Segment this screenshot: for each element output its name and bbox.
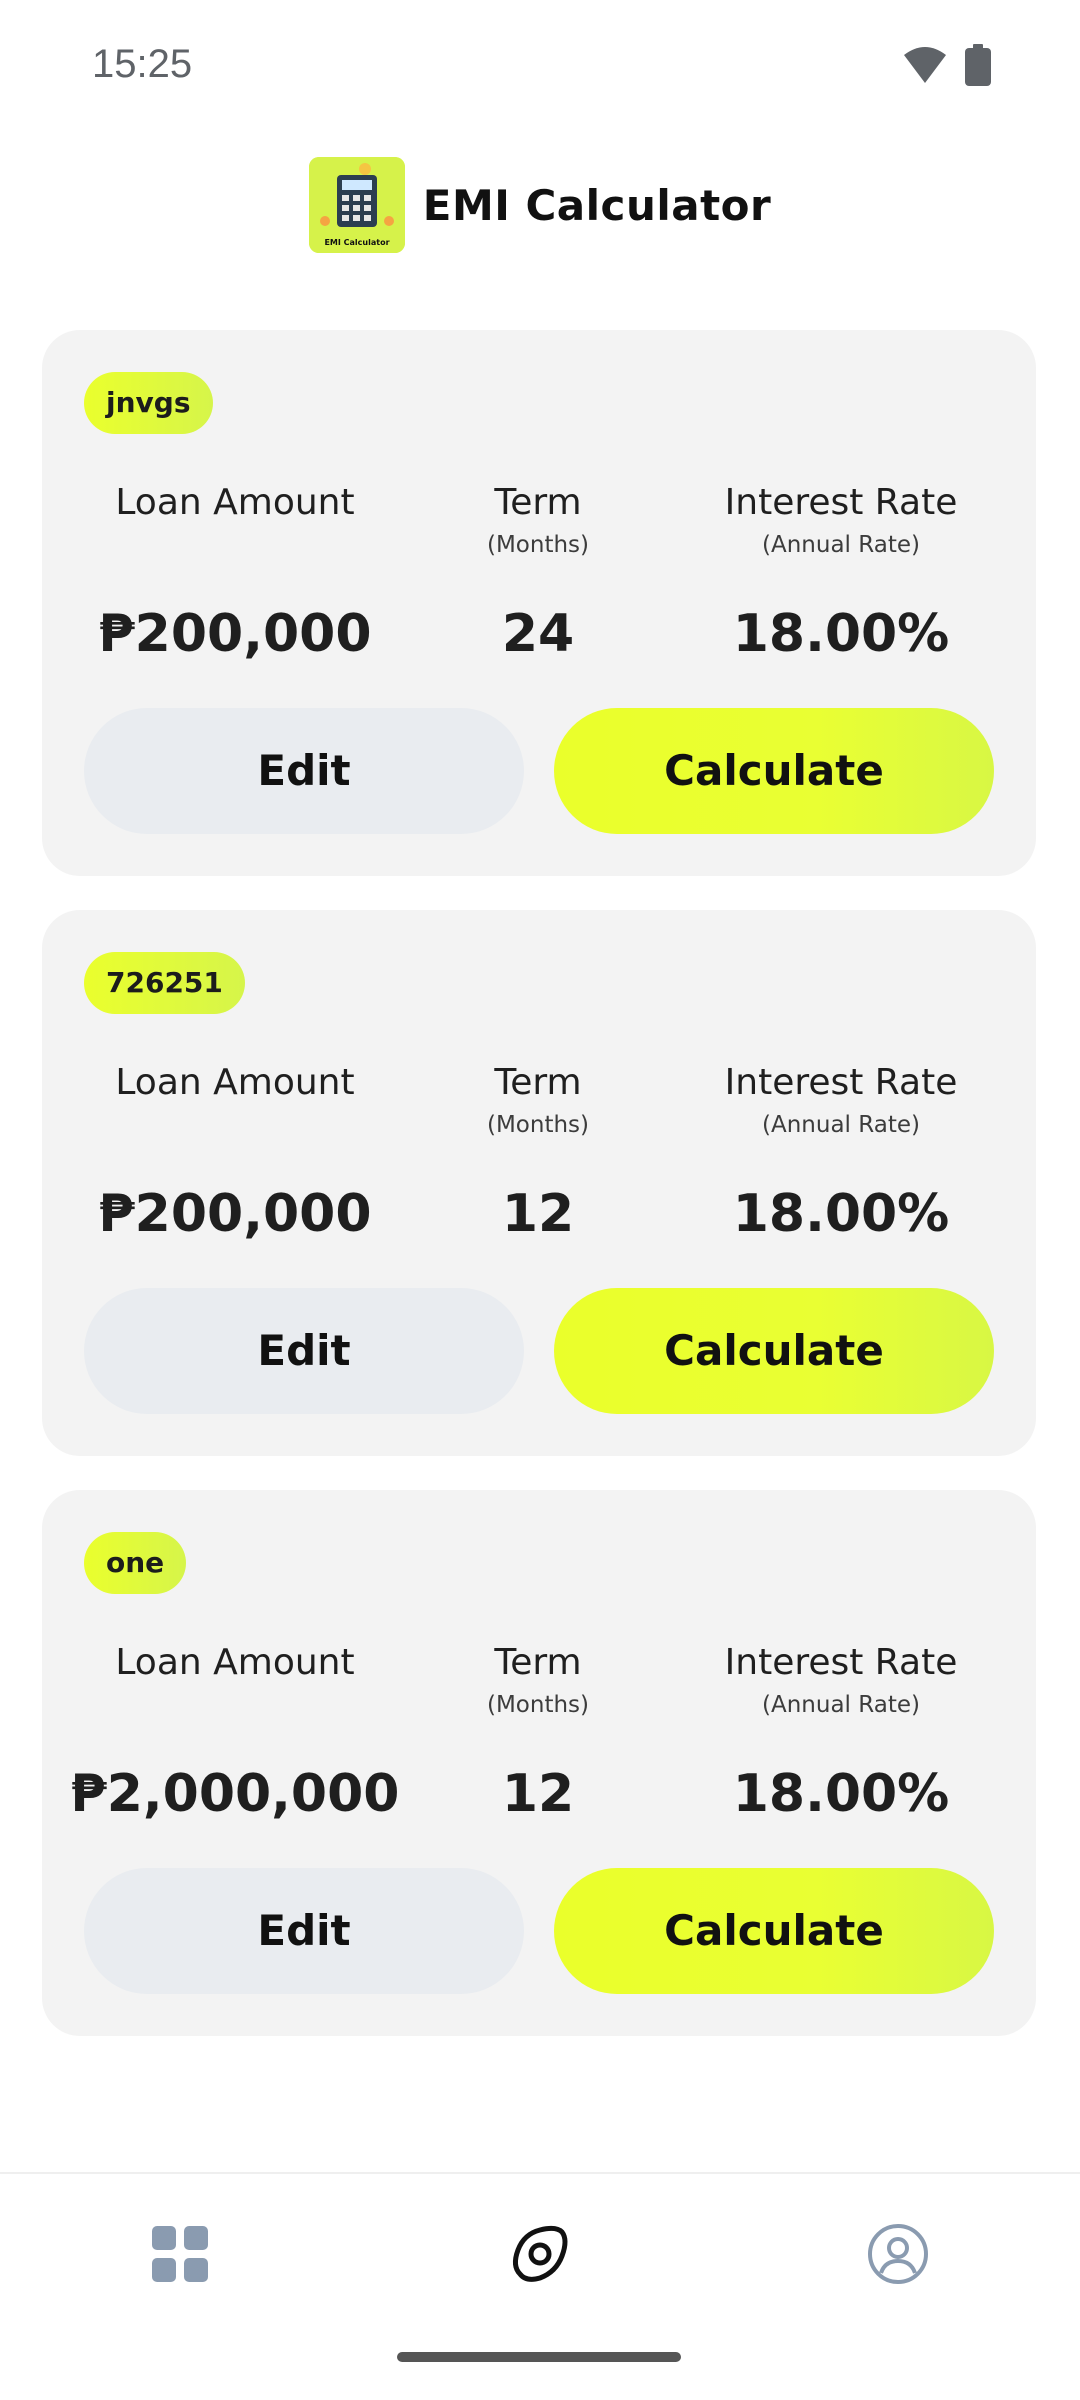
edit-button[interactable]: Edit xyxy=(84,708,524,834)
calculator-icon: EMI Calculator xyxy=(308,157,405,253)
battery-icon xyxy=(965,44,991,86)
status-bar: 15:25 xyxy=(0,0,1080,120)
wifi-icon xyxy=(904,47,946,83)
term-sublabel: (Months) xyxy=(486,1692,590,1718)
loan-card: 726251 Loan Amount Term (Months) Interes… xyxy=(42,910,1036,1456)
loan-name-badge: jnvgs xyxy=(84,372,213,434)
interest-rate-sublabel: (Annual Rate) xyxy=(762,1112,920,1138)
nav-profile[interactable] xyxy=(858,2214,938,2294)
term-sublabel: (Months) xyxy=(486,532,590,558)
calculate-button[interactable]: Calculate xyxy=(554,1288,994,1414)
interest-rate-label: Interest Rate xyxy=(724,1642,958,1683)
logo-caption: EMI Calculator xyxy=(324,238,389,247)
loan-amount-label: Loan Amount xyxy=(115,482,355,523)
compass-icon xyxy=(512,2225,568,2282)
loan-amount-label: Loan Amount xyxy=(115,1642,355,1683)
calculate-button[interactable]: Calculate xyxy=(554,1868,994,1994)
term-value: 12 xyxy=(501,1184,575,1244)
profile-icon xyxy=(868,2224,928,2284)
calculate-button[interactable]: Calculate xyxy=(554,708,994,834)
status-time: 15:25 xyxy=(92,42,193,86)
loan-card: jnvgs Loan Amount Term (Months) Interest… xyxy=(42,330,1036,876)
loan-name-badge: 726251 xyxy=(84,952,245,1014)
term-label: Term xyxy=(494,482,582,523)
status-icons xyxy=(902,44,992,86)
term-label: Term xyxy=(494,1062,582,1103)
loan-amount-value: ₱2,000,000 xyxy=(70,1764,400,1824)
loan-amount-value: ₱200,000 xyxy=(98,1184,372,1244)
interest-rate-sublabel: (Annual Rate) xyxy=(762,532,920,558)
edit-button[interactable]: Edit xyxy=(84,1868,524,1994)
nav-dashboard[interactable] xyxy=(140,2214,220,2294)
interest-rate-value: 18.00% xyxy=(732,604,950,664)
interest-rate-value: 18.00% xyxy=(732,1764,950,1824)
loan-amount-value: ₱200,000 xyxy=(98,604,372,664)
nav-explore[interactable] xyxy=(500,2214,580,2294)
home-indicator[interactable] xyxy=(397,2352,681,2362)
app-logo: EMI Calculator xyxy=(308,157,405,253)
loan-card: one Loan Amount Term (Months) Interest R… xyxy=(42,1490,1036,2036)
grid-icon xyxy=(152,2226,208,2282)
interest-rate-label: Interest Rate xyxy=(724,1062,958,1103)
interest-rate-value: 18.00% xyxy=(732,1184,950,1244)
edit-button[interactable]: Edit xyxy=(84,1288,524,1414)
term-label: Term xyxy=(494,1642,582,1683)
bottom-nav xyxy=(0,2172,1080,2400)
term-sublabel: (Months) xyxy=(486,1112,590,1138)
app-title: EMI Calculator xyxy=(422,180,772,230)
interest-rate-sublabel: (Annual Rate) xyxy=(762,1692,920,1718)
loan-amount-label: Loan Amount xyxy=(115,1062,355,1103)
term-value: 12 xyxy=(501,1764,575,1824)
term-value: 24 xyxy=(501,604,575,664)
loan-name-badge: one xyxy=(84,1532,187,1594)
interest-rate-label: Interest Rate xyxy=(724,482,958,523)
app-header: EMI Calculator EMI Calculator xyxy=(0,150,1080,260)
